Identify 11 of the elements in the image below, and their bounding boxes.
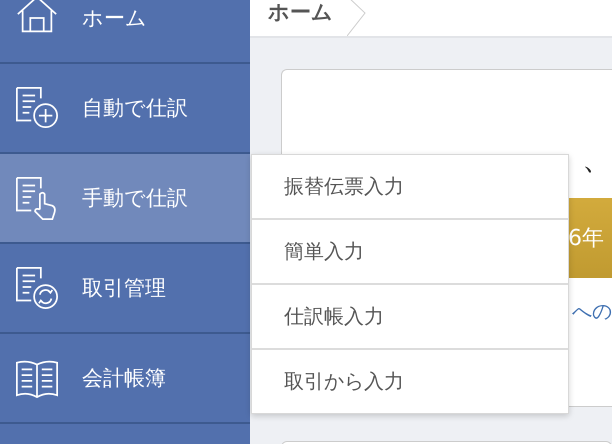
sidebar-item[interactable]: 手動で仕訳 bbox=[0, 154, 250, 244]
breadcrumb-separator-icon bbox=[347, 0, 367, 36]
menu-item[interactable]: 仕訳帳入力 bbox=[252, 285, 568, 350]
document-plus-icon bbox=[14, 85, 60, 131]
menu-item[interactable]: 簡単入力 bbox=[252, 220, 568, 285]
menu-item[interactable]: 取引から入力 bbox=[252, 350, 568, 413]
menu-item[interactable]: 振替伝票入力 bbox=[252, 155, 568, 220]
breadcrumb[interactable]: ホーム bbox=[268, 1, 333, 23]
greeting-text: 、 bbox=[582, 141, 612, 179]
document-sync-icon bbox=[14, 265, 60, 311]
link[interactable]: への bbox=[572, 298, 612, 325]
